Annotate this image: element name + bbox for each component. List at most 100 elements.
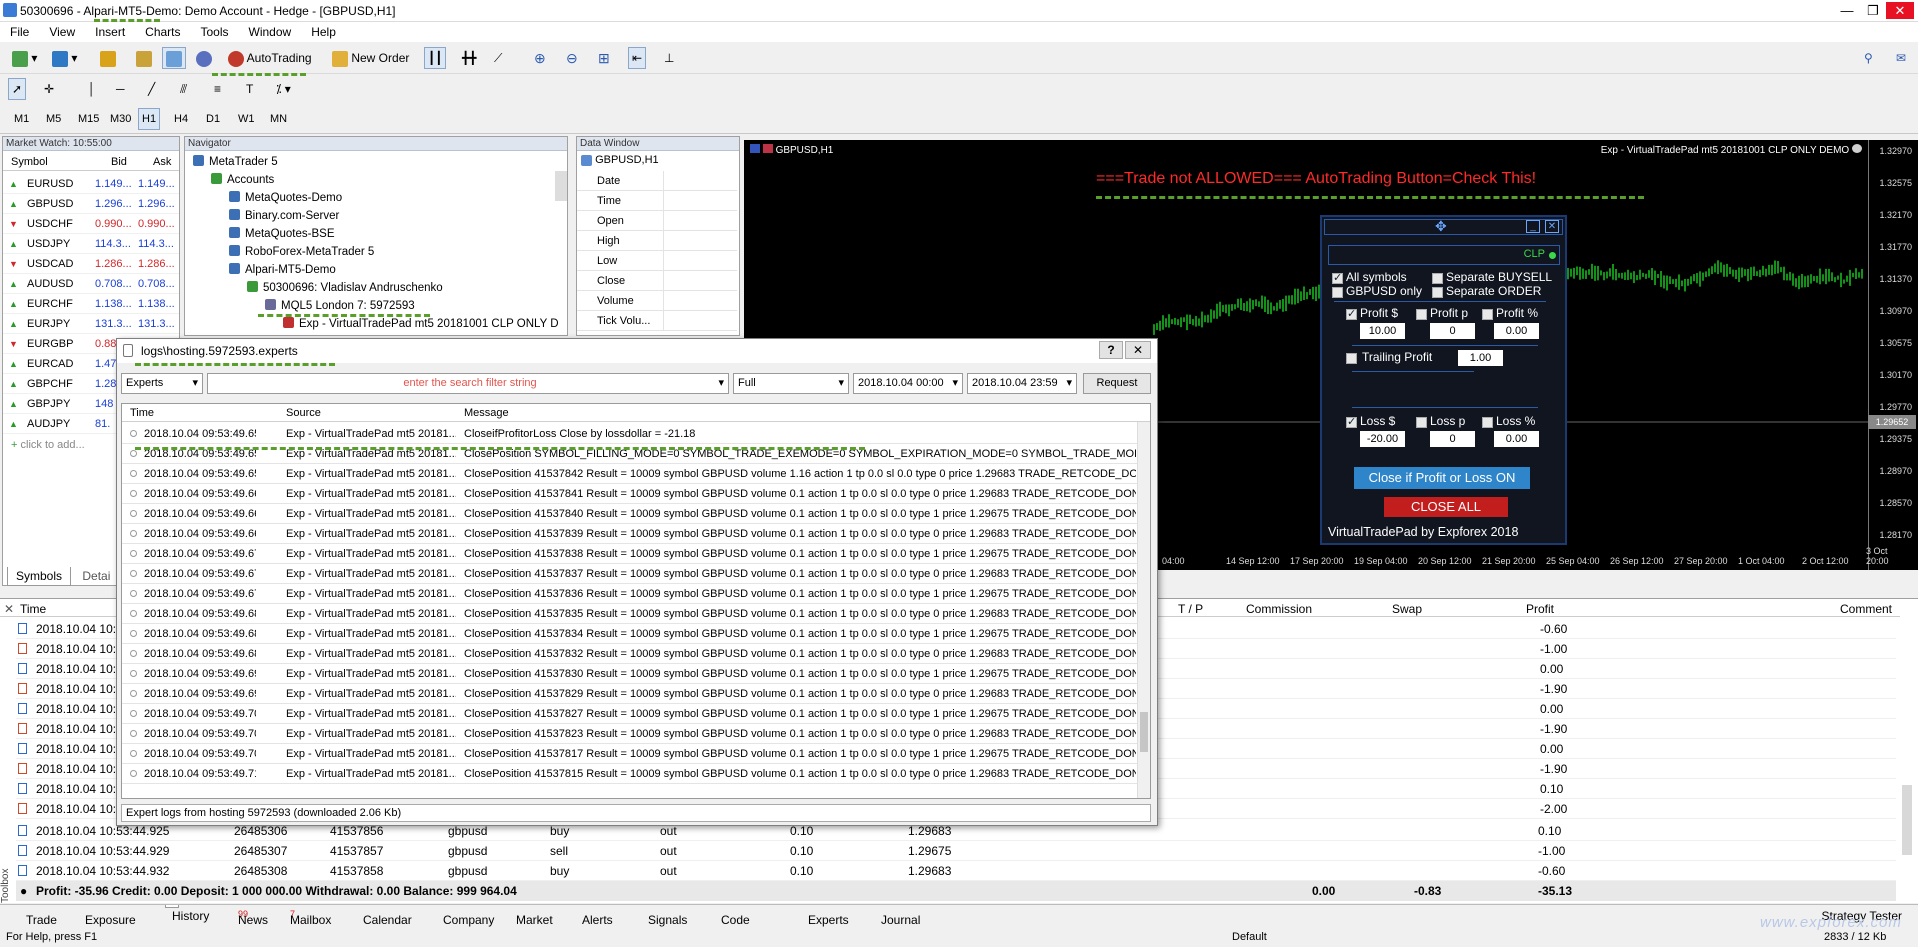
to-date-picker[interactable]: 2018.10.04 23:59 ▾ <box>967 373 1077 394</box>
tab-history[interactable]: History <box>165 905 209 923</box>
navigator-item[interactable]: Binary.com-Server <box>229 209 339 226</box>
horizontal-line-button[interactable]: ─ <box>112 78 129 100</box>
log-row[interactable]: 2018.10.04 09:53:49.707 Exp - VirtualTrad… <box>122 744 1138 764</box>
request-button[interactable]: Request <box>1083 373 1151 394</box>
toolbox-close-icon[interactable]: ✕ <box>4 602 14 616</box>
close-all-button[interactable]: CLOSE ALL <box>1384 497 1508 517</box>
log-scrollbar[interactable] <box>1137 422 1150 798</box>
vertical-line-button[interactable]: │ <box>84 78 100 100</box>
market-watch-row[interactable]: ▲ USDJPY 114.3... 114.3... <box>3 235 179 254</box>
close-if-profit-or-loss-button[interactable]: Close if Profit or Loss ON <box>1354 467 1530 489</box>
cursor-button[interactable]: ➚ <box>8 78 27 100</box>
maximize-icon[interactable]: ❐ <box>1862 2 1884 19</box>
navigator-item[interactable]: MetaTrader 5 <box>193 155 278 172</box>
vtp-clp-box[interactable]: CLP <box>1328 245 1560 265</box>
loss-p-input[interactable]: 0 <box>1430 431 1475 447</box>
equidistant-channel-button[interactable]: ⫻ <box>176 78 191 100</box>
line-chart-button[interactable]: ⟋ <box>490 47 506 69</box>
log-row[interactable]: 2018.10.04 09:53:49.672 Exp - VirtualTrad… <box>122 544 1138 564</box>
menu-window[interactable]: Window <box>239 22 302 42</box>
log-message-header[interactable]: Message <box>464 407 509 419</box>
fibonacci-button[interactable]: ≡ <box>210 78 225 100</box>
profiles-button[interactable]: ▾ <box>48 47 81 69</box>
log-row[interactable]: 2018.10.04 09:53:49.711 Exp - VirtualTrad… <box>122 764 1138 784</box>
log-row[interactable]: 2018.10.04 09:53:49.704 Exp - VirtualTrad… <box>122 724 1138 744</box>
trendline-button[interactable]: ╱ <box>144 78 159 100</box>
minimize-icon[interactable]: — <box>1836 2 1858 19</box>
log-scroll-thumb[interactable] <box>1140 712 1148 752</box>
log-row[interactable]: 2018.10.04 09:53:49.675 Exp - VirtualTrad… <box>122 564 1138 584</box>
navigator-item[interactable]: Accounts <box>211 173 274 190</box>
history-row[interactable]: 2018.10.04 10:53:44.929 26485307 41537857 g… <box>16 841 1896 861</box>
navigator-item[interactable]: 50300696: Vladislav Andruschenko <box>247 281 443 298</box>
log-time-header[interactable]: Time <box>130 407 154 419</box>
dialog-close-button[interactable]: ✕ <box>1125 341 1151 359</box>
market-watch-row[interactable]: ▲ EURUSD 1.149... 1.149... <box>3 175 179 194</box>
source-filter-select[interactable]: Experts ▾ <box>121 373 203 394</box>
history-profit-header[interactable]: Profit <box>1526 602 1554 616</box>
history-comment-header[interactable]: Comment <box>1840 602 1892 616</box>
profit-pct-checkbox[interactable] <box>1482 309 1493 320</box>
tab-news[interactable]: News 99 <box>238 909 268 927</box>
market-watch-row[interactable]: ▲ EURCHF 1.138... 1.138... <box>3 295 179 314</box>
dialog-help-button[interactable]: ? <box>1099 341 1123 359</box>
history-swap-header[interactable]: Swap <box>1392 602 1422 616</box>
market-watch-row[interactable]: ▲ EURJPY 131.3... 131.3... <box>3 315 179 334</box>
timeframe-m1[interactable]: M1 <box>10 108 33 130</box>
menu-view[interactable]: View <box>39 22 85 42</box>
timeframe-mn[interactable]: MN <box>266 108 291 130</box>
loss-usd-input[interactable]: -20.00 <box>1360 431 1405 447</box>
all-symbols-checkbox[interactable] <box>1332 271 1343 284</box>
log-source-header[interactable]: Source <box>286 407 321 419</box>
auto-scroll-button[interactable]: ⇤ <box>628 47 647 69</box>
chat-button[interactable]: ✉ <box>1892 47 1910 69</box>
tab-mailbox[interactable]: Mailbox 7 <box>290 909 331 927</box>
loss-pct-checkbox[interactable] <box>1482 417 1493 428</box>
from-date-picker[interactable]: 2018.10.04 00:00 ▾ <box>853 373 963 394</box>
new-order-button[interactable]: New Order <box>328 47 413 69</box>
trailing-profit-input[interactable]: 1.00 <box>1458 350 1503 366</box>
menu-charts[interactable]: Charts <box>135 22 190 42</box>
history-time-header[interactable]: Time <box>20 602 46 616</box>
log-row[interactable]: 2018.10.04 09:53:49.668 Exp - VirtualTrad… <box>122 524 1138 544</box>
gbpusd-only-checkbox[interactable] <box>1332 287 1343 298</box>
mw-add-symbol[interactable]: + click to add... <box>11 439 85 451</box>
separate-buysell-checkbox[interactable] <box>1432 273 1443 284</box>
loss-usd-checkbox[interactable] <box>1346 415 1357 428</box>
log-row[interactable]: 2018.10.04 09:53:49.689 Exp - VirtualTrad… <box>122 644 1138 664</box>
history-row[interactable]: 2018.10.04 10:53:44.932 26485308 41537858 g… <box>16 861 1896 881</box>
log-row[interactable]: 2018.10.04 09:53:49.696 Exp - VirtualTrad… <box>122 684 1138 704</box>
move-icon[interactable]: ✥ <box>1435 218 1447 235</box>
log-row[interactable]: 2018.10.04 09:53:49.654 Exp - VirtualTrad… <box>122 424 1138 444</box>
menu-help[interactable]: Help <box>301 22 346 42</box>
market-watch-row[interactable]: ▲ GBPUSD 1.296... 1.296... <box>3 195 179 214</box>
log-row[interactable]: 2018.10.04 09:53:49.700 Exp - VirtualTrad… <box>122 704 1138 724</box>
shapes-button[interactable]: ⁒ ▾ <box>272 78 295 100</box>
log-row[interactable]: 2018.10.04 09:53:49.661 Exp - VirtualTrad… <box>122 484 1138 504</box>
vtp-minimize-icon[interactable]: _ <box>1526 220 1540 233</box>
profit-pct-input[interactable]: 0.00 <box>1494 323 1539 339</box>
profit-p-input[interactable]: 0 <box>1430 323 1475 339</box>
signals-button[interactable] <box>192 47 216 69</box>
timeframe-h4[interactable]: H4 <box>170 108 192 130</box>
timeframe-w1[interactable]: W1 <box>234 108 259 130</box>
loss-pct-input[interactable]: 0.00 <box>1494 431 1539 447</box>
navigator-item[interactable]: Exp - VirtualTradePad mt5 20181001 CLP O… <box>283 317 559 334</box>
close-icon[interactable]: ✕ <box>1886 2 1914 19</box>
log-row[interactable]: 2018.10.04 09:53:49.665 Exp - VirtualTrad… <box>122 504 1138 524</box>
market-watch-row[interactable]: ▲ AUDUSD 0.708... 0.708... <box>3 275 179 294</box>
navigator-item[interactable]: MetaQuotes-BSE <box>229 227 334 244</box>
menu-file[interactable]: File <box>0 22 39 42</box>
menu-tools[interactable]: Tools <box>191 22 239 42</box>
chart-shift-button[interactable]: ⊥ <box>660 47 678 69</box>
menu-insert[interactable]: Insert <box>85 22 135 42</box>
history-commission-header[interactable]: Commission <box>1246 602 1312 616</box>
log-row[interactable]: 2018.10.04 09:53:49.658 Exp - VirtualTrad… <box>122 464 1138 484</box>
separate-order-checkbox[interactable] <box>1432 287 1443 298</box>
crosshair-button[interactable]: ✛ <box>40 78 58 100</box>
log-row[interactable]: 2018.10.04 09:53:49.682 Exp - VirtualTrad… <box>122 604 1138 624</box>
new-chart-button[interactable]: ▾ <box>8 47 41 69</box>
profit-usd-checkbox[interactable] <box>1346 307 1357 320</box>
search-filter-input[interactable]: enter the search filter string ▾ <box>207 373 729 394</box>
log-row[interactable]: 2018.10.04 09:53:49.686 Exp - VirtualTrad… <box>122 624 1138 644</box>
